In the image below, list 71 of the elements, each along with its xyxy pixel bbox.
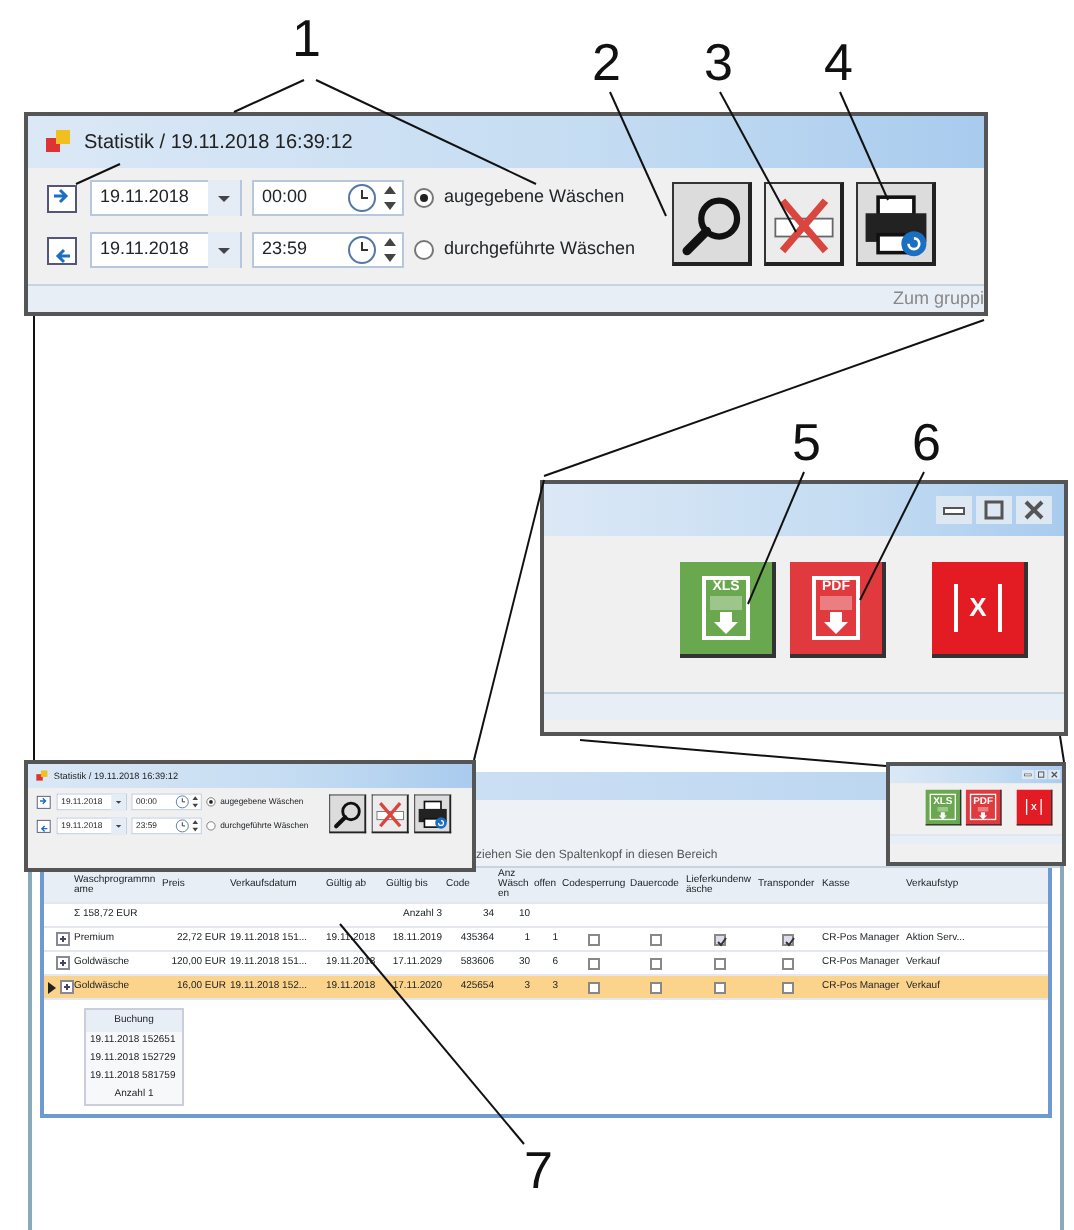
app-icon — [44, 128, 72, 156]
checkbox[interactable] — [650, 981, 662, 993]
spinner-icon[interactable] — [189, 817, 201, 835]
close-button[interactable] — [1048, 769, 1061, 780]
checkbox[interactable] — [650, 957, 662, 969]
expand-icon[interactable] — [56, 956, 70, 970]
minimize-button[interactable] — [936, 496, 972, 524]
checkbox[interactable] — [714, 933, 726, 945]
radio-label: durchgeführte Wäschen — [444, 236, 636, 263]
checkbox[interactable] — [588, 957, 600, 969]
leader-line — [233, 79, 305, 113]
radio-label: augegebene Wäschen — [444, 184, 625, 211]
dropdown-icon[interactable] — [111, 817, 126, 835]
print-button[interactable] — [414, 794, 452, 834]
row-pointer-icon — [46, 979, 58, 995]
maximize-button[interactable] — [1035, 769, 1048, 780]
close-button[interactable] — [1016, 496, 1052, 524]
printer-icon — [415, 797, 449, 830]
clock-icon — [346, 180, 378, 216]
clock-icon — [174, 817, 190, 835]
date-field[interactable]: 19.11.2018 — [90, 232, 242, 268]
checkbox[interactable] — [650, 933, 662, 945]
checkbox[interactable] — [588, 981, 600, 993]
checkbox[interactable] — [782, 933, 794, 945]
print-button[interactable] — [856, 182, 936, 266]
maximize-button[interactable] — [976, 496, 1012, 524]
callout-number: 1 — [292, 12, 321, 64]
checkbox[interactable] — [714, 957, 726, 969]
callout-number: 5 — [792, 416, 821, 468]
radio-button[interactable] — [414, 188, 434, 208]
window-title: Statistik / 19.11.2018 16:39:12 — [84, 129, 353, 157]
check-icon — [716, 935, 728, 947]
callout-number: 2 — [592, 36, 621, 88]
clock-icon — [346, 232, 378, 268]
callout-number: 3 — [704, 36, 733, 88]
group-hint: Zum gruppi — [892, 288, 984, 308]
download-icon — [936, 806, 950, 821]
checkbox[interactable] — [714, 981, 726, 993]
dropdown-icon[interactable] — [208, 232, 240, 268]
callout-number: 7 — [524, 1144, 553, 1196]
check-icon — [784, 935, 796, 947]
time-field[interactable]: 00:00 — [252, 180, 404, 216]
leader-line — [719, 91, 797, 233]
cancel-icon — [373, 797, 407, 830]
radio-button[interactable] — [414, 240, 434, 260]
leader-line — [839, 91, 889, 201]
download-icon — [976, 806, 990, 821]
clock-icon — [174, 793, 190, 811]
download-icon — [706, 596, 746, 637]
dropdown-icon[interactable] — [111, 793, 126, 811]
radio-button[interactable] — [206, 797, 216, 807]
close-button[interactable]: X — [932, 562, 1028, 658]
checkbox[interactable] — [588, 933, 600, 945]
download-icon — [816, 596, 856, 637]
callout-number: 6 — [912, 416, 941, 468]
time-field[interactable]: 23:59 — [252, 232, 404, 268]
dropdown-icon[interactable] — [208, 180, 240, 216]
search-icon — [330, 797, 364, 830]
callout-number: 4 — [824, 36, 853, 88]
expand-icon[interactable] — [60, 980, 74, 994]
leader-line — [1059, 735, 1065, 763]
checkbox[interactable] — [782, 981, 794, 993]
spinner-icon[interactable] — [189, 793, 201, 811]
search-button[interactable] — [329, 794, 367, 834]
radio-button[interactable] — [206, 821, 216, 831]
app-icon — [35, 769, 49, 783]
date-field[interactable]: 19.11.2018 — [90, 180, 242, 216]
checkbox[interactable] — [782, 957, 794, 969]
leader-line — [75, 163, 121, 185]
search-button[interactable] — [672, 182, 752, 266]
expand-icon[interactable] — [56, 932, 70, 946]
